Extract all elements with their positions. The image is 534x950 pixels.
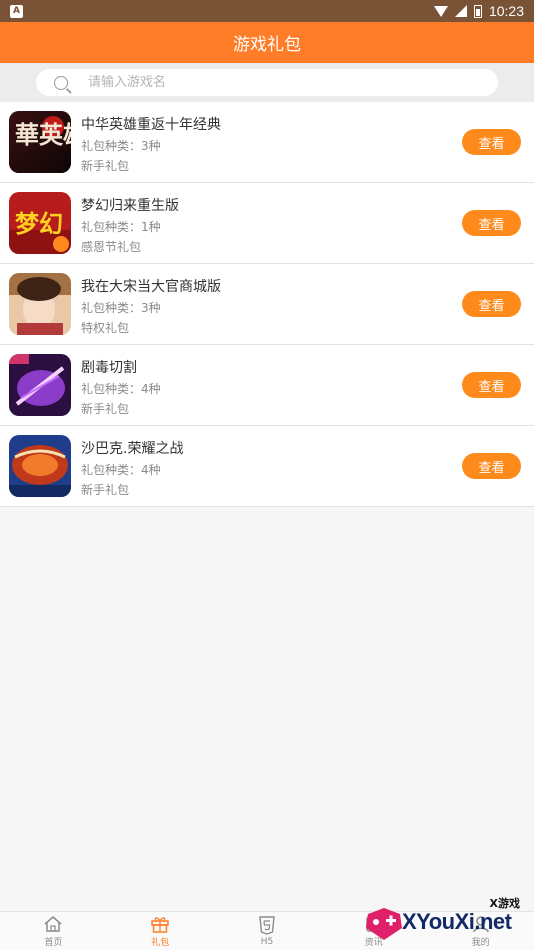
gift-name: 特权礼包 [81, 321, 130, 335]
game-icon [9, 273, 71, 335]
gift-list: 華英雄 中华英雄重返十年经典 礼包种类：3种 新手礼包 查看 梦幻 梦幻归来重生… [0, 102, 534, 507]
game-icon: 梦幻 [9, 192, 71, 254]
game-icon: 華英雄 [9, 111, 71, 173]
gift-name: 新手礼包 [81, 483, 130, 497]
view-button[interactable]: 查看 [462, 291, 521, 317]
status-bar: A 10:23 [0, 0, 534, 22]
gift-types: 礼包种类：3种 [81, 139, 161, 153]
gift-list-item[interactable]: 我在大宋当大官商城版 礼包种类：3种 特权礼包 查看 [0, 264, 534, 345]
tab-label: 首页 [44, 938, 63, 948]
tab-home[interactable]: 首页 [0, 912, 107, 950]
tab-label: H5 [260, 936, 274, 947]
game-name: 梦幻归来重生版 [81, 198, 179, 214]
view-button[interactable]: 查看 [462, 129, 521, 155]
page-header: 游戏礼包 [0, 22, 534, 63]
game-name: 剧毒切割 [81, 360, 137, 376]
tab-label: 礼包 [151, 938, 170, 948]
watermark-main-text: XYouXi.net [402, 909, 512, 934]
gift-list-item[interactable]: 梦幻 梦幻归来重生版 礼包种类：1种 感恩节礼包 查看 [0, 183, 534, 264]
notification-icon: A [10, 4, 23, 18]
view-button[interactable]: 查看 [462, 372, 521, 398]
html5-icon [258, 916, 276, 936]
battery-icon [473, 4, 482, 18]
gift-list-item[interactable]: 剧毒切割 礼包种类：4种 新手礼包 查看 [0, 345, 534, 426]
search-input[interactable] [88, 75, 468, 90]
watermark-logo-icon [366, 908, 402, 940]
signal-icon [454, 5, 467, 17]
page-title: 游戏礼包 [233, 35, 301, 55]
game-icon [9, 354, 71, 416]
svg-text:梦幻: 梦幻 [15, 209, 63, 238]
tab-gift[interactable]: 礼包 [107, 912, 214, 950]
game-name: 我在大宋当大官商城版 [81, 279, 221, 295]
view-button[interactable]: 查看 [462, 453, 521, 479]
game-name: 沙巴克.荣耀之战 [81, 441, 184, 457]
gift-types: 礼包种类：4种 [81, 463, 161, 477]
gift-name: 新手礼包 [81, 159, 130, 173]
gift-list-item[interactable]: 沙巴克.荣耀之战 礼包种类：4种 新手礼包 查看 [0, 426, 534, 507]
svg-text:華英雄: 華英雄 [15, 120, 71, 149]
view-button[interactable]: 查看 [462, 210, 521, 236]
game-name: 中华英雄重返十年经典 [81, 117, 221, 133]
gift-name: 新手礼包 [81, 402, 130, 416]
gift-icon [150, 914, 170, 934]
gift-types: 礼包种类：3种 [81, 301, 161, 315]
home-icon [43, 914, 63, 934]
gift-types: 礼包种类：4种 [81, 382, 161, 396]
status-time: 10:23 [488, 3, 524, 19]
search-box[interactable] [36, 69, 498, 96]
gift-list-item[interactable]: 華英雄 中华英雄重返十年经典 礼包种类：3种 新手礼包 查看 [0, 102, 534, 183]
gift-name: 感恩节礼包 [81, 240, 142, 254]
tab-h5[interactable]: H5 [214, 912, 321, 950]
game-icon [9, 435, 71, 497]
gift-types: 礼包种类：1种 [81, 220, 161, 234]
watermark: X游戏 XYouXi.net [362, 892, 534, 950]
search-icon [54, 75, 68, 90]
search-bar [0, 63, 534, 102]
wifi-icon [433, 5, 448, 17]
